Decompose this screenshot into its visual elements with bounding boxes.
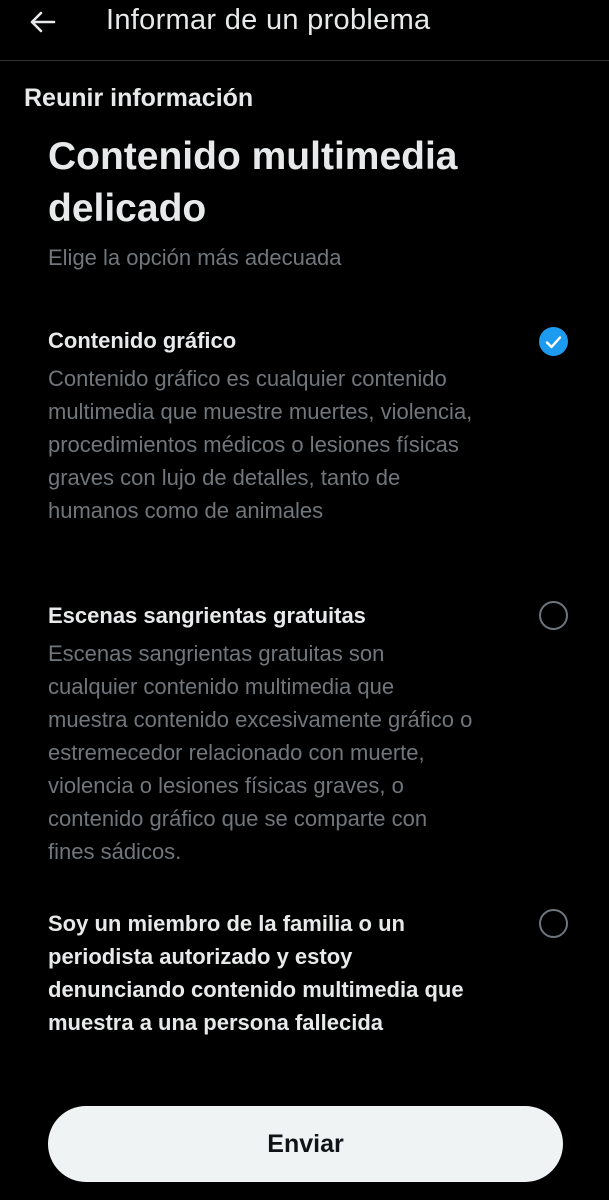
option-label: Contenido gráfico [48,328,237,353]
section-label: Reunir información [24,84,254,112]
checkmark-icon [545,335,562,348]
arrow-left-icon [30,11,56,33]
option-label: Soy un miembro de la familia o un period… [48,911,464,1035]
page-title: Contenido multimedia delicado [48,135,458,230]
option-graphic-content[interactable]: Contenido gráfico Contenido gráfico es c… [48,324,578,527]
option-family-member[interactable]: Soy un miembro de la familia o un period… [48,907,578,1039]
option-description: Contenido gráfico es cualquier contenido… [48,366,473,523]
radio-checked[interactable] [539,327,568,356]
header-title: Informar de un problema [106,4,431,36]
radio-unchecked[interactable] [539,601,568,630]
report-page: Informar de un problema Reunir informaci… [0,0,609,1200]
radio-unchecked[interactable] [539,909,568,938]
top-app-bar: Informar de un problema [0,0,609,61]
page-subtitle: Elige la opción más adecuada [48,245,342,270]
option-label: Escenas sangrientas gratuitas [48,603,366,628]
option-gratuitous-gore[interactable]: Escenas sangrientas gratuitas Escenas sa… [48,599,578,868]
submit-button[interactable]: Enviar [48,1106,563,1182]
option-description: Escenas sangrientas gratuitas son cualqu… [48,641,473,864]
back-button[interactable] [22,2,62,42]
